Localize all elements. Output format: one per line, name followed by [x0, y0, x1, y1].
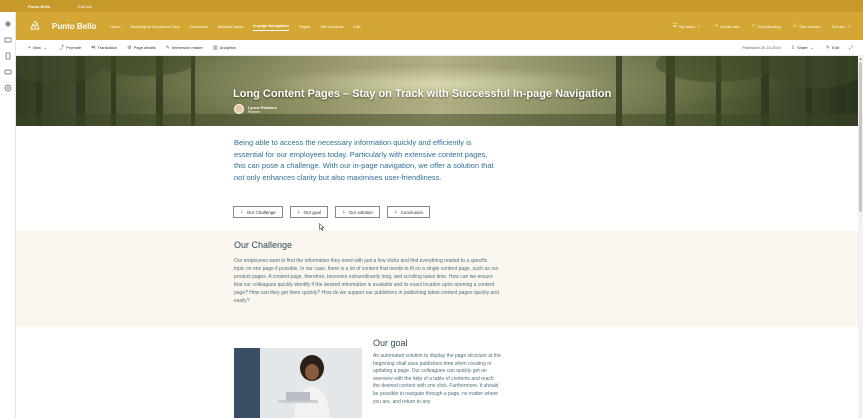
edit-label: Edit: [832, 45, 839, 50]
anchor-icon: ⇣: [393, 209, 398, 214]
nav-item-news[interactable]: Mathew News: [218, 22, 243, 31]
pencil-icon: ✎: [825, 44, 831, 51]
my-tasks-label: My tasks: [679, 23, 695, 29]
nav-item-edit[interactable]: Edit: [353, 22, 360, 31]
goal-heading: Our goal: [373, 338, 408, 348]
promote-icon: ⤴: [59, 45, 65, 51]
site-access-button[interactable]: ⚇ Site access: [793, 23, 820, 29]
share-button[interactable]: ⇪ Share ⌄: [791, 45, 816, 51]
anchor-link-our-challenge[interactable]: ⇣ Our Challenge: [233, 206, 283, 218]
anchor-label: Our Challenge: [246, 209, 276, 215]
scroll-up-icon[interactable]: ▴: [858, 56, 863, 61]
promote-label: Promote: [66, 45, 82, 50]
translation-label: Translation: [97, 45, 118, 50]
chevron-down-icon: ⌄: [696, 23, 702, 29]
share-label: Share: [796, 45, 808, 50]
published-date: Published 29.10.2024: [742, 45, 781, 50]
challenge-text: Our employees want to find the informati…: [234, 258, 499, 305]
anchor-icon: ⇣: [240, 209, 244, 214]
expand-icon[interactable]: ⤢: [849, 45, 855, 51]
anchor-link-our-solution[interactable]: ⇣ Our solution: [334, 206, 380, 218]
follow-label: Not following: [757, 23, 781, 29]
nav-item-home[interactable]: Home: [110, 22, 121, 31]
analytics-button[interactable]: ▥ Analytics: [213, 45, 236, 51]
tasks-icon: ☰: [672, 23, 678, 29]
in-page-navigation: ⇣ Our Challenge ⇣ Our goal ⇣ Our solution ⇣…: [233, 206, 437, 218]
author-role: Planner: [248, 109, 261, 114]
my-tasks-button[interactable]: ☰ My tasks ⌄: [673, 23, 703, 29]
header-actions: ☰ My tasks ⌄ + Create site ☆ Not following ⚇…: [661, 23, 853, 29]
challenge-heading: Our Challenge: [234, 240, 293, 250]
site-logo-icon[interactable]: [28, 19, 42, 33]
left-app-rail: [0, 0, 16, 418]
share-icon: ⇪: [790, 44, 795, 51]
page-details-label: Page details: [133, 45, 156, 50]
promote-button[interactable]: ⤴ Promote: [59, 44, 81, 51]
command-bar: + New ⌄ ⤴ Promote ⇆ Translation ⚙ Page detail…: [16, 40, 863, 56]
document-icon[interactable]: [4, 52, 12, 60]
people-icon: ⚇: [792, 23, 798, 29]
intro-text: Being able to access the necessary infor…: [234, 138, 494, 182]
site-navigation: Home Multilingual Document Card Document…: [110, 21, 370, 31]
nav-item-document[interactable]: Document: [190, 22, 208, 31]
anchor-icon: ⇣: [296, 209, 301, 214]
anchor-label: Our solution: [348, 209, 373, 215]
anchor-link-conclusion[interactable]: ⇣ Conclusion: [386, 206, 430, 218]
site-title[interactable]: Punto Bello: [52, 22, 102, 31]
anchor-label: Our goal: [303, 209, 321, 215]
anchor-label: Conclusion: [400, 209, 423, 215]
command-bar-right: Published 29.10.2024 ⇪ Share ⌄ ✎ Edit ⤢: [742, 45, 855, 51]
page-scrollbar[interactable]: ▴: [858, 56, 863, 418]
chevron-down-icon: ⌄: [846, 23, 851, 29]
site-access-label: Site access: [799, 23, 820, 29]
globe-icon[interactable]: [4, 20, 12, 28]
star-icon: ☆: [751, 23, 756, 29]
nav-item-pages[interactable]: Pages: [299, 22, 310, 31]
author-byline[interactable]: Lynna Robbins Planner: [234, 104, 277, 114]
woman-at-laptop-image: [234, 348, 362, 418]
add-icon[interactable]: [4, 84, 12, 92]
plus-icon: +: [28, 44, 31, 51]
plus-icon: +: [715, 23, 718, 29]
mouse-cursor-icon: [319, 223, 325, 231]
author-name: Lynna Robbins: [248, 104, 277, 110]
analytics-label: Analytics: [219, 45, 236, 50]
suite-site-name[interactable]: Punto Bello: [28, 4, 50, 9]
avatar: [234, 104, 244, 114]
nav-item-in-page-navigation[interactable]: In-page Navigation: [253, 21, 289, 31]
new-label: New: [32, 45, 41, 50]
suite-edit-link[interactable]: Edit link: [78, 4, 92, 9]
create-site-button[interactable]: + Create site: [715, 23, 739, 29]
immersive-reader-label: Immersive reader: [171, 45, 203, 50]
anchor-icon: ⇣: [341, 209, 346, 214]
scrollbar-thumb[interactable]: [859, 62, 862, 212]
gear-icon: ⚙: [127, 44, 132, 51]
translation-button[interactable]: ⇆ Translation: [91, 45, 117, 51]
site-header: Punto Bello Home Multilingual Document C…: [16, 12, 863, 40]
create-site-label: Create site: [720, 23, 740, 29]
goal-text: An automated solution to display the pag…: [373, 353, 501, 405]
anchor-link-our-goal[interactable]: ⇣ Our goal: [289, 206, 328, 218]
edit-button[interactable]: ✎ Edit: [826, 45, 839, 51]
groups-button[interactable]: Groups ⌄: [832, 23, 853, 29]
immersive-reader-button[interactable]: ✎ Immersive reader: [166, 45, 203, 51]
page-details-button[interactable]: ⚙ Page details: [127, 45, 156, 51]
chevron-down-icon: ⌄: [809, 44, 814, 51]
new-button[interactable]: + New ⌄: [28, 45, 49, 51]
translate-icon: ⇆: [91, 44, 96, 51]
list-icon[interactable]: [4, 68, 12, 76]
news-icon[interactable]: [4, 36, 12, 44]
follow-button[interactable]: ☆ Not following: [751, 23, 780, 29]
hero-banner: Long Content Pages – Stay on Track with …: [16, 56, 858, 126]
groups-label: Groups: [831, 23, 845, 29]
nav-item-site-contents[interactable]: Site contents: [320, 22, 343, 31]
nav-item-multilingual-document-card[interactable]: Multilingual Document Card: [131, 22, 180, 31]
page-title: Long Content Pages – Stay on Track with …: [233, 88, 612, 100]
reader-icon: ✎: [165, 44, 170, 51]
analytics-icon: ▥: [212, 44, 218, 51]
chevron-down-icon: ⌄: [42, 44, 48, 51]
suite-bar: Punto Bello Edit link: [0, 0, 863, 12]
